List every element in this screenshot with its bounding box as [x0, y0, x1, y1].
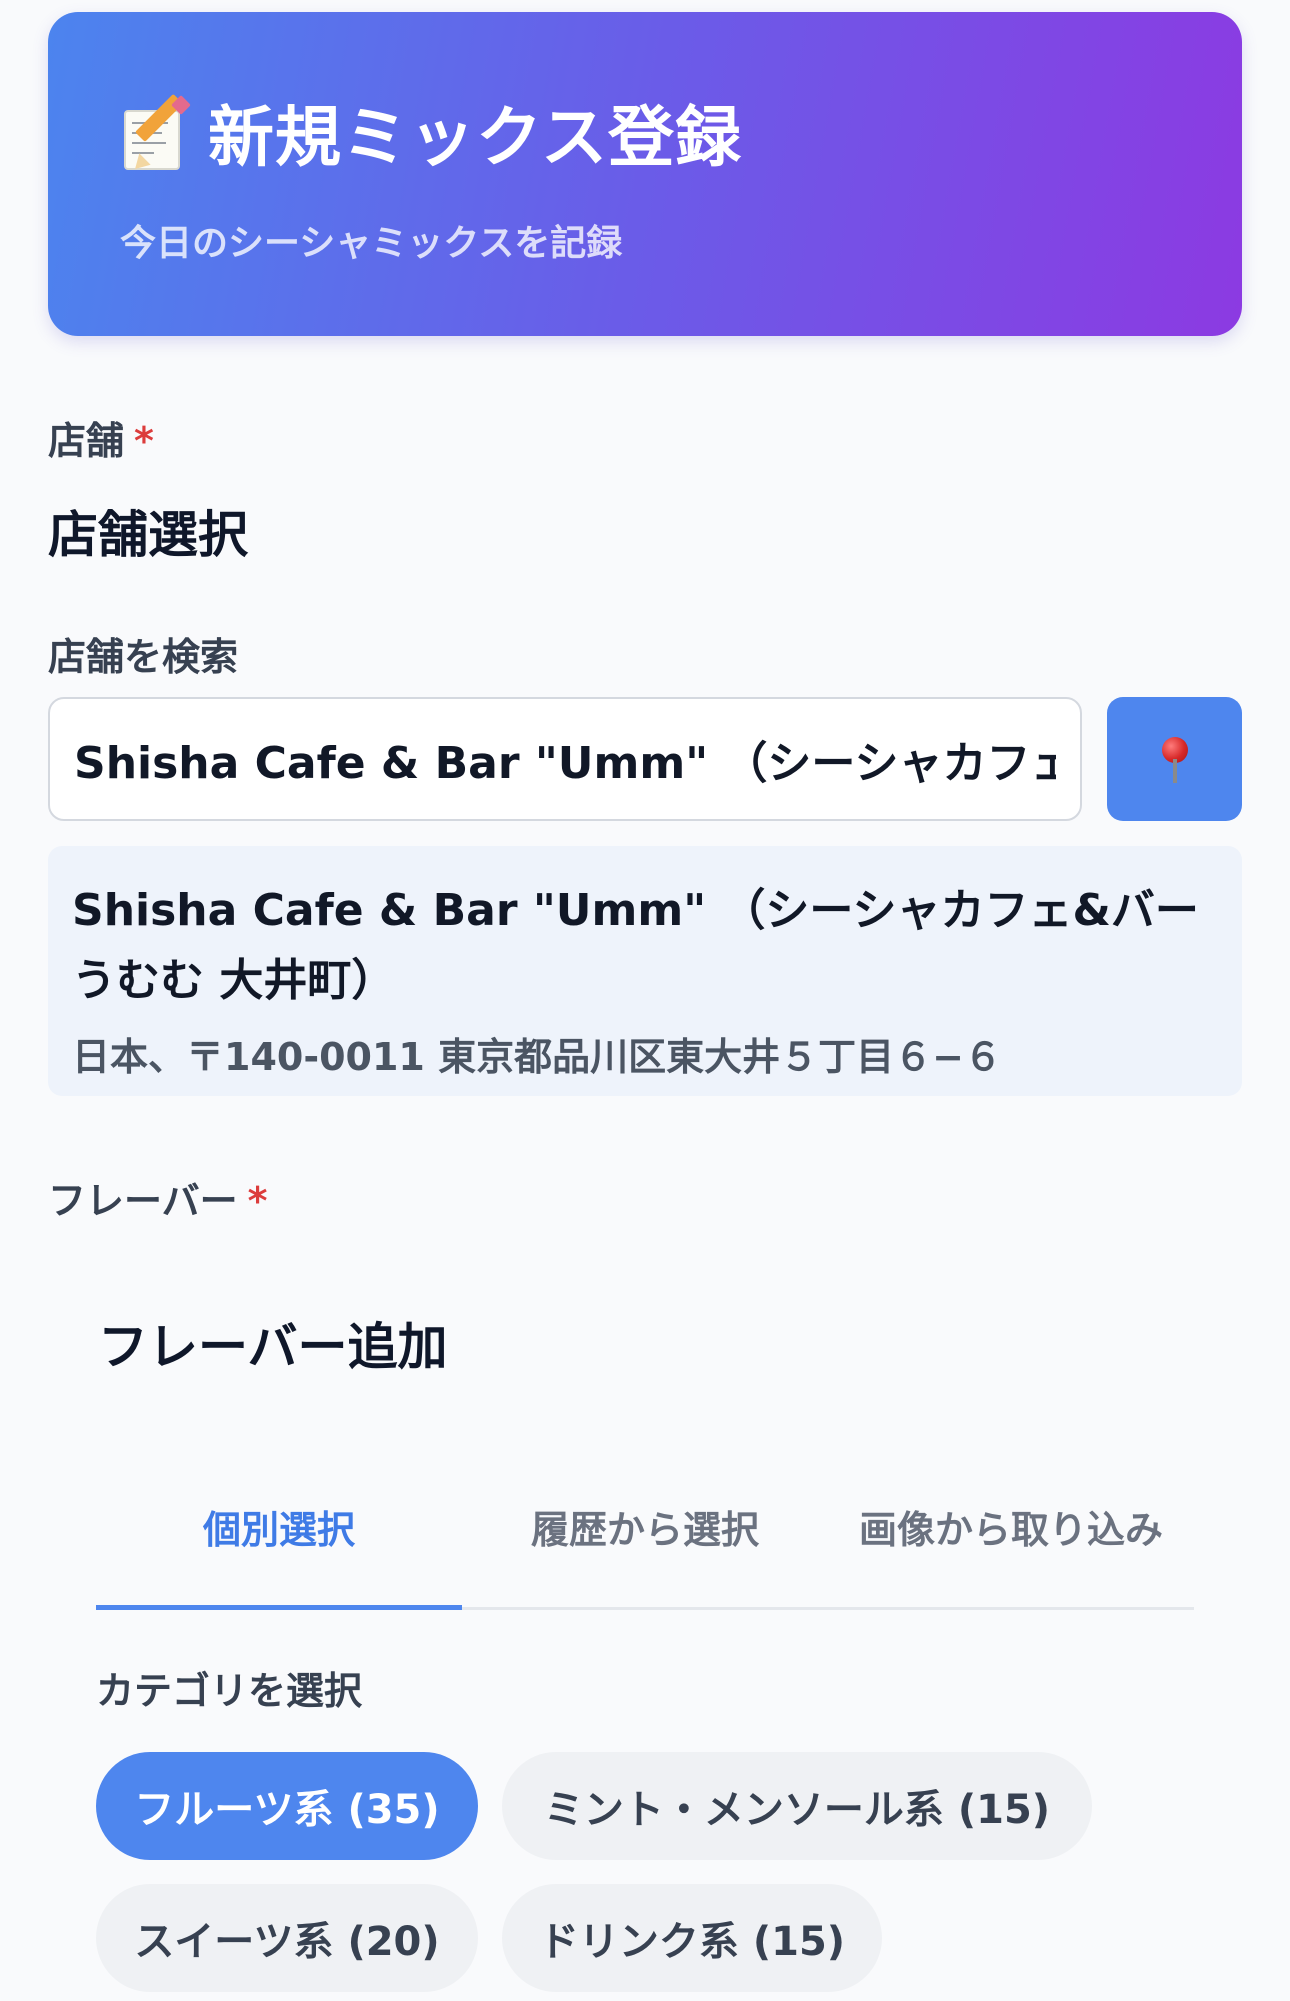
flavor-required-mark: *	[247, 1179, 268, 1223]
store-search-result[interactable]: Shisha Cafe & Bar "Umm" （シーシャカフェ&バー うむむ …	[48, 846, 1242, 1096]
pin-icon	[1162, 737, 1188, 783]
category-chip-drink[interactable]: ドリンク系 (15)	[502, 1884, 882, 1992]
store-required-mark: *	[134, 419, 154, 463]
category-select-label: カテゴリを選択	[96, 1669, 363, 1713]
header-banner: 新規ミックス登録 今日のシーシャミックスを記録	[48, 12, 1242, 336]
tab-history-select[interactable]: 履歴から選択	[462, 1452, 828, 1607]
flavor-tabs: 個別選択 履歴から選択 画像から取り込み	[96, 1452, 1194, 1610]
flavor-section-title: フレーバー追加	[98, 1318, 448, 1376]
store-result-address: 日本、〒140-0011 東京都品川区東大井５丁目６−６	[72, 1035, 1002, 1079]
store-search-input[interactable]	[48, 697, 1082, 821]
store-search-label: 店舗を検索	[48, 635, 239, 679]
flavor-field-label: フレーバー *	[48, 1182, 268, 1220]
store-field-label: 店舗 *	[48, 422, 154, 460]
page-subtitle: 今日のシーシャミックスを記録	[120, 223, 623, 264]
category-chip-mint-menthol[interactable]: ミント・メンソール系 (15)	[502, 1752, 1092, 1860]
store-label-text: 店舗	[48, 419, 125, 463]
header-title-row: 新規ミックス登録	[122, 93, 743, 176]
category-chip-fruit[interactable]: フルーツ系 (35)	[96, 1752, 478, 1860]
tab-individual-select[interactable]: 個別選択	[96, 1452, 462, 1610]
current-location-button[interactable]	[1107, 697, 1242, 821]
tab-image-import[interactable]: 画像から取り込み	[828, 1452, 1194, 1607]
page-title: 新規ミックス登録	[208, 99, 743, 176]
store-result-name: Shisha Cafe & Bar "Umm" （シーシャカフェ&バー うむむ …	[72, 885, 1199, 1006]
flavor-label-text: フレーバー	[48, 1179, 238, 1223]
memo-icon	[122, 93, 191, 175]
category-chip-sweets[interactable]: スイーツ系 (20)	[96, 1884, 478, 1992]
store-section-title: 店舗選択	[48, 506, 248, 564]
